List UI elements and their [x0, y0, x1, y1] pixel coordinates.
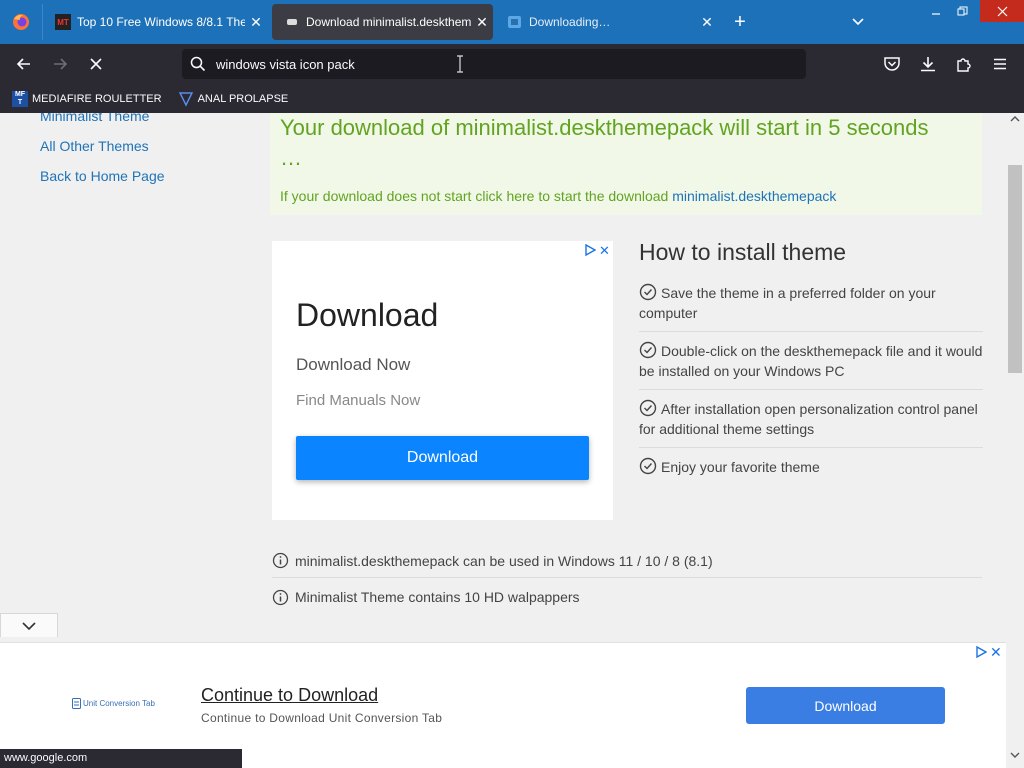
ad-title: Download — [296, 297, 439, 333]
install-step: Enjoy your favorite theme — [639, 448, 983, 485]
sidebar-link-all-themes[interactable]: All Other Themes — [40, 138, 149, 154]
check-circle-icon — [639, 399, 657, 417]
manual-download-link[interactable]: minimalist.deskthemepack — [672, 188, 836, 204]
stop-button[interactable] — [84, 52, 108, 76]
adchoices-icon[interactable] — [584, 244, 596, 256]
bookmark-icon — [178, 91, 193, 107]
advertisement-box: ✕ Download Download Now Find Manuals Now… — [272, 241, 613, 520]
restore-button[interactable] — [947, 0, 977, 22]
forward-arrow-icon — [54, 58, 68, 70]
ad-line-2: Find Manuals Now — [296, 392, 421, 409]
forward-button[interactable] — [48, 52, 72, 76]
search-icon — [190, 56, 206, 72]
address-bar[interactable] — [182, 49, 806, 79]
ad-close-icon[interactable]: ✕ — [599, 243, 610, 259]
mt-logo-icon: MT — [55, 14, 71, 30]
tab-close-icon[interactable]: ✕ — [471, 14, 493, 31]
hamburger-menu-icon — [994, 58, 1006, 70]
tab-close-icon[interactable]: ✕ — [245, 14, 267, 31]
page-icon — [284, 14, 300, 30]
info-icon — [272, 589, 289, 605]
check-circle-icon — [639, 457, 657, 475]
unit-conversion-logo-text: Unit Conversion Tab — [83, 699, 155, 708]
wallpaper-text: Minimalist Theme contains 10 HD walpappe… — [295, 589, 580, 605]
tab-download-active[interactable]: Download minimalist.deskthemepack ✕ — [272, 4, 493, 40]
pocket-icon — [884, 57, 900, 71]
pocket-button[interactable] — [880, 52, 904, 76]
close-window-button[interactable] — [980, 0, 1024, 22]
download-page-icon — [507, 14, 523, 30]
info-icon — [272, 552, 289, 569]
tab-close-icon[interactable]: ✕ — [696, 14, 718, 31]
list-all-tabs-icon[interactable] — [848, 12, 868, 32]
adchoices-icon[interactable] — [975, 646, 987, 658]
chevron-down-icon — [22, 621, 36, 630]
tab-title: Download minimalist.deskthemepack — [306, 15, 471, 29]
address-input[interactable] — [216, 54, 636, 74]
unit-conversion-logo: Unit Conversion Tab — [72, 698, 155, 709]
unit-conversion-icon — [72, 698, 81, 709]
compatibility-text: minimalist.deskthemepack can be used in … — [295, 552, 713, 569]
browser-window: MT Top 10 Free Windows 8/8.1 Themes ✕ Do… — [0, 0, 1024, 768]
bookmark-label: MEDIAFIRE ROULETTER — [32, 92, 162, 105]
download-icon — [921, 57, 935, 72]
manual-download-text: If your download does not start click he… — [280, 188, 669, 204]
puzzle-icon — [957, 58, 971, 72]
page-content: Minimalist Theme All Other Themes Back t… — [0, 113, 1006, 768]
sidebar-link-minimalist-theme[interactable]: Minimalist Theme — [40, 113, 149, 124]
downloads-button[interactable] — [916, 52, 940, 76]
status-url-tooltip: www.google.com — [0, 749, 242, 768]
install-step: After installation open personalization … — [639, 390, 983, 448]
text-cursor-icon — [457, 55, 463, 73]
ad-line-1: Download Now — [296, 355, 411, 374]
tab-title: Downloading… — [529, 15, 611, 29]
check-circle-icon — [639, 341, 657, 359]
install-instructions: How to install theme Save the theme in a… — [639, 239, 983, 485]
scrollbar-thumb[interactable] — [1008, 165, 1022, 373]
install-step-text: Save the theme in a preferred folder on … — [639, 285, 936, 321]
tab-strip: MT Top 10 Free Windows 8/8.1 Themes ✕ Do… — [0, 0, 1024, 44]
tab-title: Top 10 Free Windows 8/8.1 Themes — [77, 15, 245, 29]
page-scrollbar[interactable] — [1006, 113, 1024, 768]
navigation-toolbar — [0, 44, 1024, 84]
firefox-menu-icon[interactable] — [11, 12, 31, 32]
bottom-ad-download-button[interactable]: Download — [746, 687, 945, 724]
install-step: Double-click on the deskthemepack file a… — [639, 332, 983, 390]
check-circle-icon — [639, 283, 657, 301]
extensions-button[interactable] — [952, 52, 976, 76]
scroll-down-icon[interactable] — [1010, 751, 1020, 759]
tab-downloading[interactable]: Downloading… ✕ — [495, 4, 718, 40]
bookmarks-toolbar: MF T MEDIAFIRE ROULETTER ANAL PROLAPSE — [0, 84, 1024, 113]
scroll-up-icon[interactable] — [1010, 115, 1020, 123]
stop-x-icon — [90, 58, 102, 70]
install-step-text: Double-click on the deskthemepack file a… — [639, 343, 983, 379]
bookmark-mediafire[interactable]: MF T MEDIAFIRE ROULETTER — [12, 90, 162, 107]
new-tab-button[interactable]: + — [728, 10, 752, 34]
bookmark-prolapse[interactable]: ANAL PROLAPSE — [178, 91, 289, 107]
back-button[interactable] — [12, 52, 36, 76]
download-countdown-heading: Your download of minimalist.deskthemepac… — [280, 115, 929, 170]
ad-download-button[interactable]: Download — [296, 436, 589, 480]
install-step: Save the theme in a preferred folder on … — [639, 274, 983, 332]
bottom-ad-subtitle: Continue to Download Unit Conversion Tab — [201, 711, 443, 725]
manual-download-note: If your download does not start click he… — [280, 188, 836, 204]
install-title: How to install theme — [639, 239, 847, 265]
install-step-text: Enjoy your favorite theme — [661, 459, 820, 475]
bottom-ad-title[interactable]: Continue to Download — [201, 685, 378, 706]
tab-themes[interactable]: MT Top 10 Free Windows 8/8.1 Themes ✕ — [42, 4, 267, 40]
collapse-ad-button[interactable] — [0, 613, 58, 637]
install-step-text: After installation open personalization … — [639, 401, 978, 437]
bookmark-label: ANAL PROLAPSE — [197, 92, 289, 105]
sidebar-link-home[interactable]: Back to Home Page — [40, 168, 165, 184]
mft-icon: MF T — [12, 90, 28, 107]
ad-close-icon[interactable]: ✕ — [990, 644, 1002, 661]
back-arrow-icon — [16, 58, 30, 70]
download-banner: Your download of minimalist.deskthemepac… — [270, 113, 982, 215]
wallpaper-info: Minimalist Theme contains 10 HD walpappe… — [272, 580, 982, 614]
app-menu-button[interactable] — [988, 52, 1012, 76]
compatibility-info: minimalist.deskthemepack can be used in … — [272, 544, 982, 578]
